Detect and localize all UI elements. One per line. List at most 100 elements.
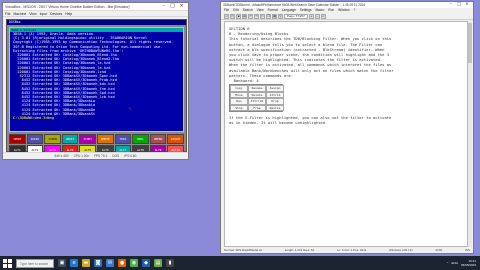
close-icon[interactable]: × bbox=[177, 3, 186, 10]
table-cell: Stop bbox=[230, 104, 248, 112]
table-cell: Resize bbox=[266, 104, 284, 112]
editor-toolbar: ▫ ▭ ▪ ▤ ↶ ↷ ✂ ❐ ▦ ⚲ Page: 57/257 + − ↵ bbox=[221, 13, 473, 20]
document-area[interactable]: SECTION 6 6 - Rendering/Using Blocks This… bbox=[224, 21, 468, 247]
dos-text-area[interactable]: 3DS8.1 Virtual 3DS8.1 (Z) 1993, Oracle. … bbox=[9, 27, 184, 132]
new-file-icon[interactable]: ▫ bbox=[224, 13, 229, 19]
clock-date: 05/05/2023 bbox=[460, 263, 476, 267]
function-key[interactable]: 1PORT bbox=[9, 134, 26, 144]
store-icon[interactable]: ◙ bbox=[94, 259, 102, 267]
zoom-in-icon[interactable]: + bbox=[308, 13, 314, 19]
function-key[interactable]: 5COPY bbox=[79, 134, 96, 144]
wrap-icon[interactable]: ↵ bbox=[320, 13, 326, 19]
emulator-titlebar[interactable]: VirtualBox - MSDOS - 2DS7 Virtuos Home C… bbox=[3, 3, 188, 11]
editor-menu-item[interactable]: Macro bbox=[315, 8, 324, 13]
open-file-icon[interactable]: ▭ bbox=[230, 13, 235, 19]
tray-language[interactable]: ENG bbox=[451, 261, 458, 265]
status-cpu: CPU 1.00x bbox=[73, 154, 89, 158]
status-insert: INS bbox=[464, 248, 470, 252]
copy-icon[interactable]: ❐ bbox=[266, 13, 271, 19]
function-key[interactable]: 8DEL bbox=[132, 134, 149, 144]
editor-window[interactable]: 3DBank\TDBkw.txt - AlfasoftPerformance 9… bbox=[220, 1, 474, 254]
edge-icon[interactable]: e bbox=[70, 259, 78, 267]
maximize-icon[interactable]: □ bbox=[168, 3, 177, 10]
emulator-statusbar: 640 x 400 CPU 1.00x FPS 70.1 DOS IPS 6.6… bbox=[3, 152, 188, 159]
status-resolution: 640 x 400 bbox=[54, 154, 69, 158]
editor-menu-item[interactable]: Settings bbox=[300, 8, 312, 13]
editor-menu-item[interactable]: Search bbox=[243, 8, 253, 13]
mouse-pointer-icon: ↖ bbox=[128, 106, 134, 113]
function-key[interactable]: 6MOVE bbox=[97, 134, 114, 144]
tray-expand-icon[interactable]: ^ bbox=[447, 261, 448, 265]
menu-input[interactable]: Input bbox=[40, 11, 48, 16]
firefox-icon[interactable]: ● bbox=[118, 259, 126, 267]
editor-menu-item[interactable]: View bbox=[257, 8, 264, 13]
editor-menu-item[interactable]: Format bbox=[268, 8, 278, 13]
dos-screen[interactable]: DOSBox 3DS8.1 Virtual 3DS8.1 (Z) 1993, O… bbox=[6, 19, 187, 155]
status-mode: DOS bbox=[112, 154, 120, 158]
folder-icon[interactable]: ▬ bbox=[82, 259, 90, 267]
menu-file[interactable]: File bbox=[5, 11, 10, 16]
dos-titlebar: DOSBox bbox=[7, 20, 186, 25]
terminal-icon[interactable]: ▮ bbox=[166, 259, 174, 267]
editor-statusbar: Normal: 3DS-RapidModel.txt length: 1,341… bbox=[221, 247, 473, 253]
system-tray: ^ ENG 15:31 05/05/2023 bbox=[447, 259, 480, 267]
scrollbar-thumb[interactable] bbox=[468, 23, 472, 63]
status-file: Normal: 3DS-RapidModel.txt bbox=[224, 248, 263, 252]
status-position: Ln: 6 Col: 1 Pos: 3411 bbox=[336, 248, 367, 252]
menu-machine[interactable]: Machine bbox=[13, 11, 26, 16]
menu-help[interactable]: Help bbox=[65, 11, 72, 16]
task-view-icon[interactable]: ▣ bbox=[58, 259, 66, 267]
find-icon[interactable]: ⚲ bbox=[278, 13, 283, 19]
function-key[interactable]: 9MENU bbox=[149, 134, 167, 144]
command-table: Copy Rename Assign Move Delete Attrib Rev Attri… bbox=[229, 84, 284, 113]
document-text-bottom: If the X-Filter is highlighted, you can … bbox=[229, 115, 463, 125]
status-length: length: 1,341 lines: 64 bbox=[284, 248, 315, 252]
mail-icon[interactable]: ✉ bbox=[106, 259, 114, 267]
chrome-icon[interactable]: ◉ bbox=[130, 259, 138, 267]
editor-menu-item[interactable]: File bbox=[224, 8, 229, 13]
close-icon[interactable]: × bbox=[463, 2, 471, 8]
taskbar-search-input[interactable]: Type here to search bbox=[16, 258, 54, 268]
taskbar: Type here to search ▣ e ▬ ◙ ✉ ● ◉ ◆ ▤ ▮ ^ ENG 15:… bbox=[0, 256, 480, 270]
menu-view[interactable]: View bbox=[29, 11, 36, 16]
redo-icon[interactable]: ↷ bbox=[254, 13, 259, 19]
status-fps: FPS 70.1 bbox=[93, 154, 108, 158]
dos-line: C:\3DBANK>ded.3dbng bbox=[13, 116, 55, 121]
save-icon[interactable]: ▪ bbox=[236, 13, 241, 19]
function-key[interactable]: 2DIRS bbox=[26, 134, 44, 144]
editor-menu-item[interactable]: Edit bbox=[233, 8, 239, 13]
function-key[interactable]: 7DIR bbox=[114, 134, 132, 144]
minimize-icon[interactable]: – bbox=[159, 3, 168, 10]
notepad-icon[interactable]: ▤ bbox=[154, 259, 162, 267]
maximize-icon[interactable]: □ bbox=[455, 2, 463, 8]
function-key[interactable]: 3VIEW bbox=[44, 134, 61, 144]
emulator-title: VirtualBox - MSDOS - 2DS7 Virtuos Home C… bbox=[5, 4, 130, 9]
dos-line: Copyright (C)1985-1993 by Communication … bbox=[13, 40, 174, 45]
emulator-menubar: File Machine View Input Devices Help bbox=[3, 11, 188, 17]
document-line: Bankword: 4 bbox=[229, 78, 259, 84]
clock[interactable]: 15:31 05/05/2023 bbox=[461, 259, 476, 267]
windows-start-icon[interactable] bbox=[3, 258, 12, 268]
print-icon[interactable]: ▤ bbox=[242, 13, 247, 19]
dos-output: 3DS8.1 (Z) 1993, Oracle. Adds version. (C… bbox=[10, 32, 183, 120]
editor-menu-item[interactable]: Window bbox=[338, 8, 349, 13]
paste-icon[interactable]: ▦ bbox=[272, 13, 277, 19]
editor-menu-item[interactable]: ? bbox=[354, 8, 356, 13]
table-cell: Free bbox=[248, 104, 266, 112]
taskbar-apps: ▣ e ▬ ◙ ✉ ● ◉ ◆ ▤ ▮ bbox=[58, 259, 174, 267]
minimize-icon[interactable]: – bbox=[447, 2, 455, 8]
editor-menu-item[interactable]: Language bbox=[282, 8, 296, 13]
function-key[interactable]: 4EDIT bbox=[61, 134, 79, 144]
status-ips: IPS 6.60 bbox=[124, 154, 137, 158]
function-key-bar: 1PORT 2DIRS 3VIEW 4EDIT 5COPY 6MOVE 7DIR 8DEL 9M… bbox=[9, 134, 184, 155]
virtualbox-icon[interactable]: ◆ bbox=[142, 259, 150, 267]
page-indicator[interactable]: Page: 57/257 bbox=[284, 13, 308, 19]
vertical-scrollbar[interactable] bbox=[468, 21, 472, 247]
function-key[interactable]: 10QUIT bbox=[167, 134, 184, 144]
emulator-window[interactable]: VirtualBox - MSDOS - 2DS7 Virtuos Home C… bbox=[2, 2, 189, 160]
editor-menu-item[interactable]: Run bbox=[328, 8, 334, 13]
undo-icon[interactable]: ↶ bbox=[248, 13, 253, 19]
zoom-out-icon[interactable]: − bbox=[314, 13, 320, 19]
menu-devices[interactable]: Devices bbox=[50, 11, 62, 16]
cut-icon[interactable]: ✂ bbox=[260, 13, 265, 19]
